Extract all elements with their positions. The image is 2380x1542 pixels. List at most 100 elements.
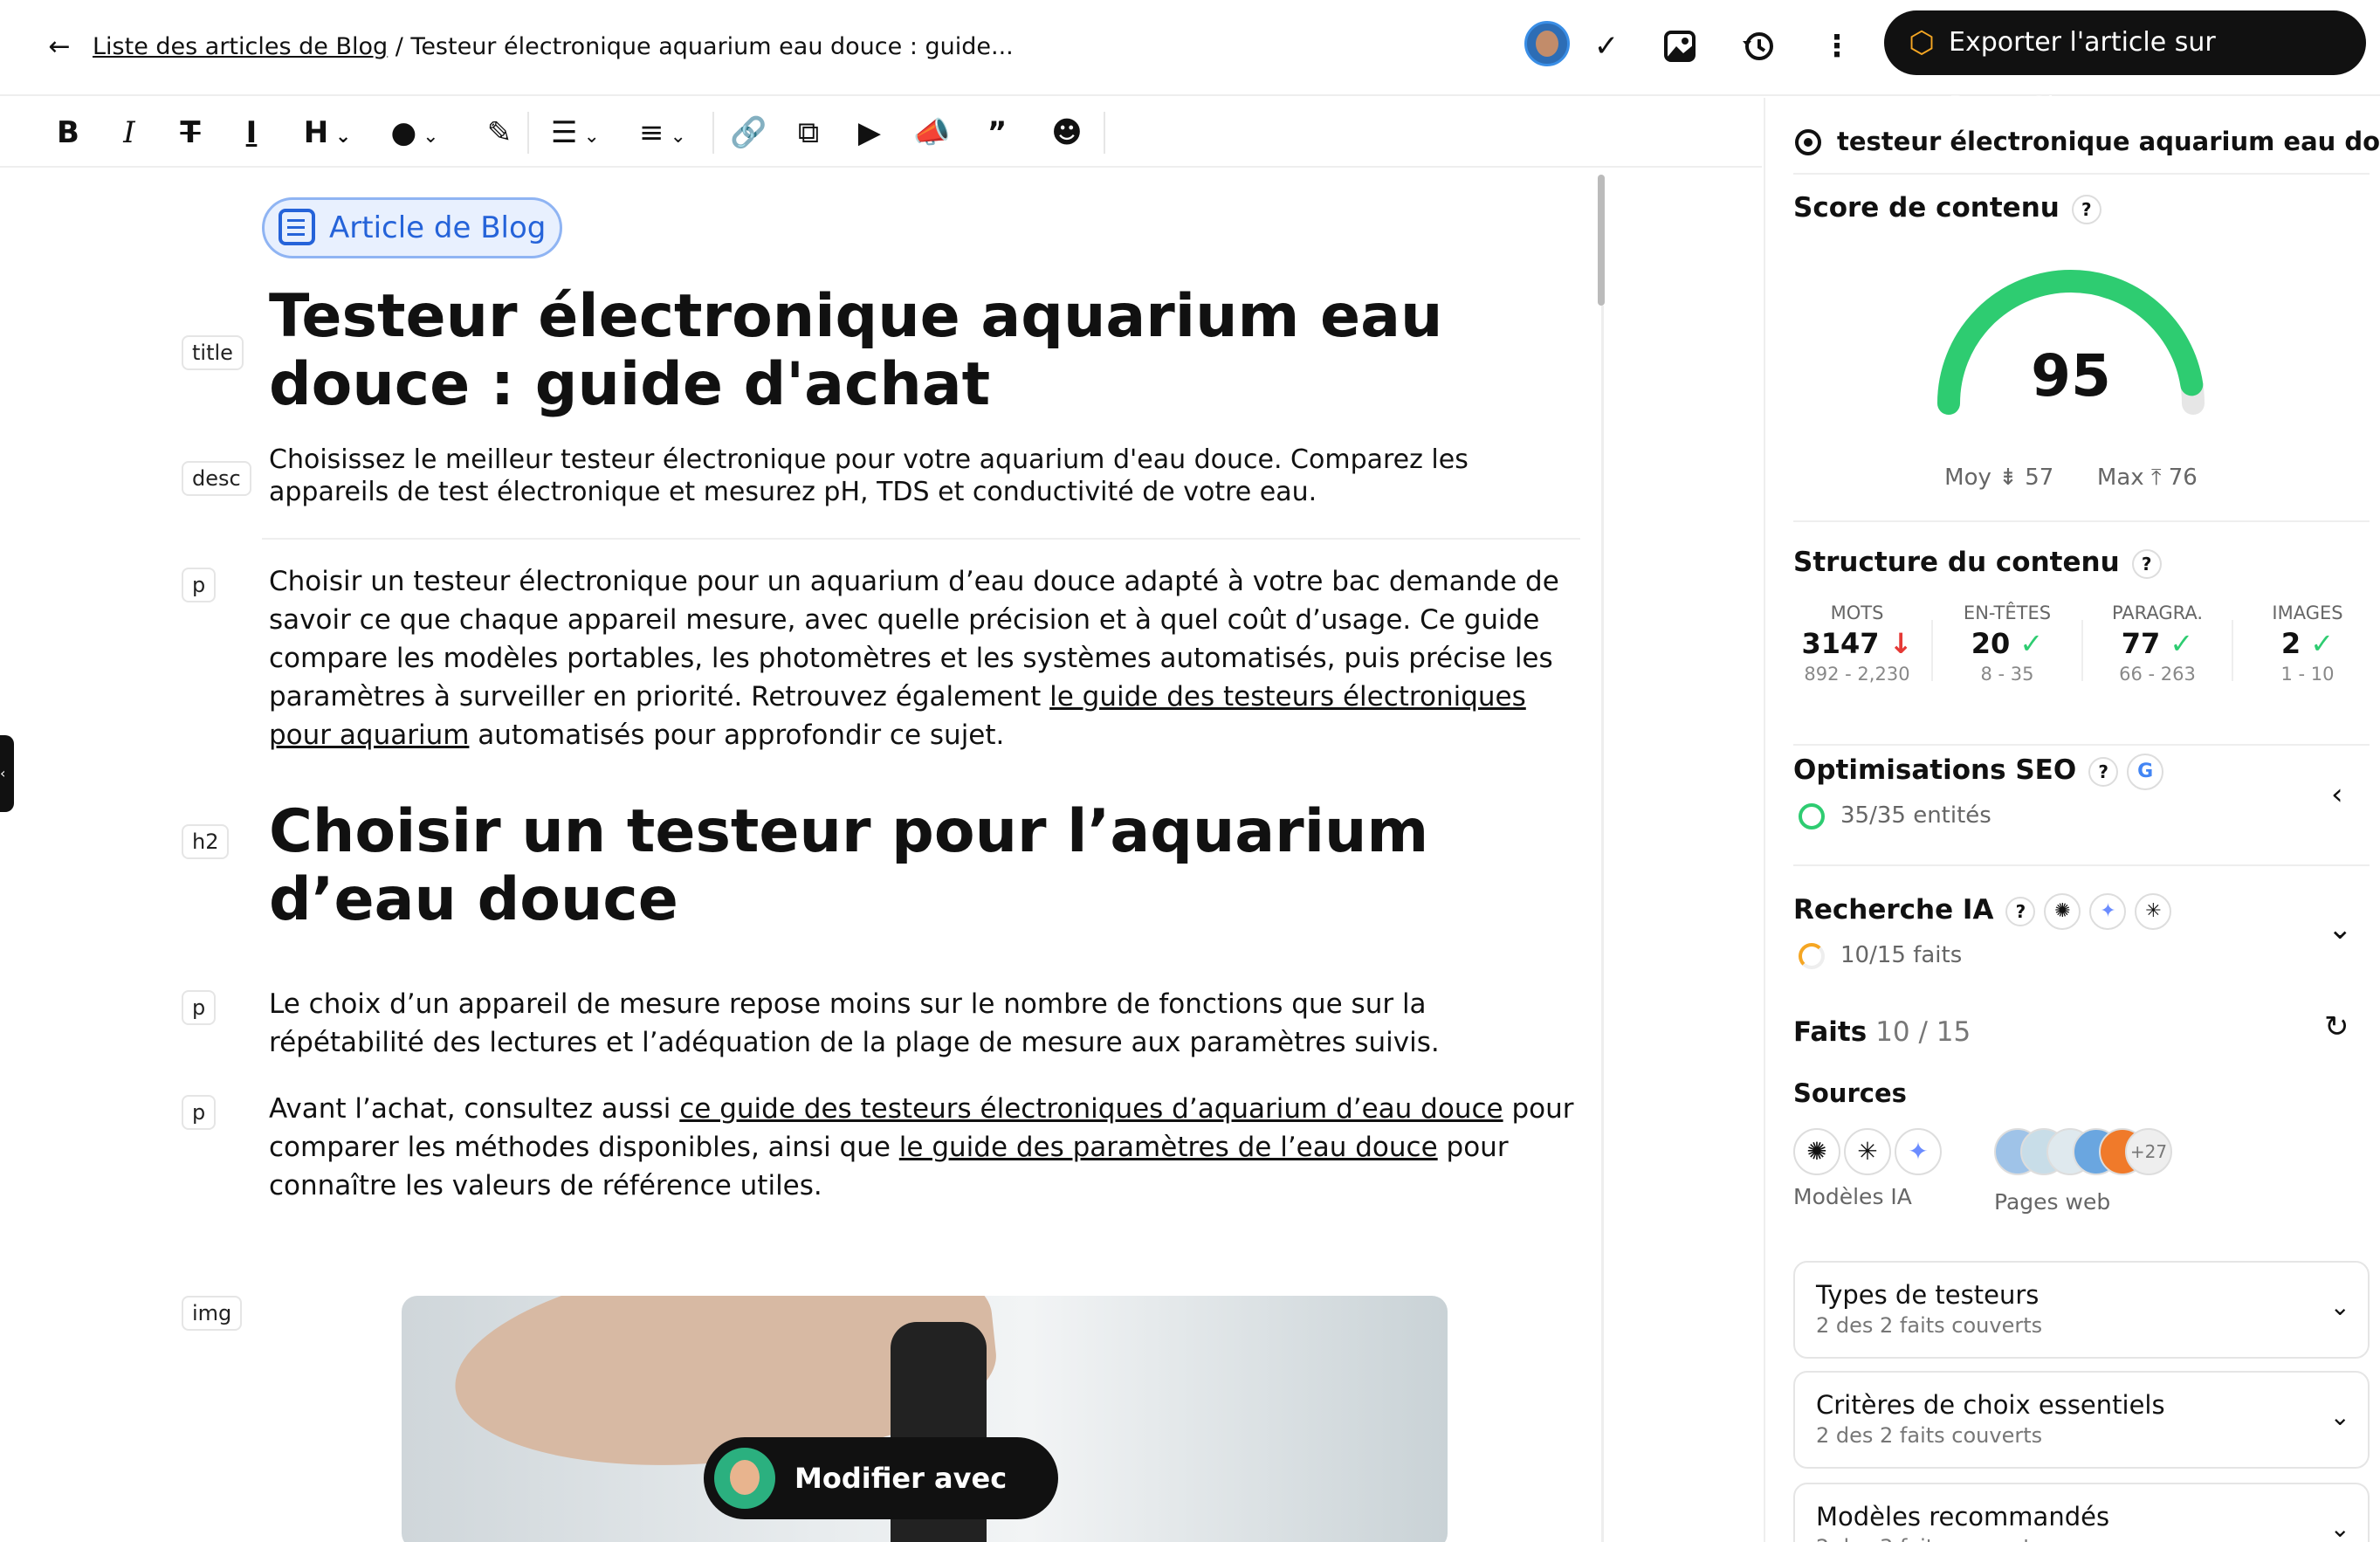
italic-icon[interactable]: I [112,108,147,157]
block-tag-title[interactable]: title [182,335,244,370]
chevron-down-icon: ⌄ [2329,1292,2350,1321]
block-tag-desc[interactable]: desc [182,461,251,496]
user-avatar[interactable] [1524,21,1570,66]
more-vertical-icon[interactable]: ⋮ [1813,22,1861,71]
fact-card[interactable]: Modèles recommandés 2 des 3 faits couver… [1793,1483,2370,1542]
inline-link[interactable]: le guide des paramètres de l’eau douce [899,1132,1438,1163]
highlighter-icon[interactable]: ✎ [482,108,517,157]
facts-header: Faits 10 / 15 [1793,1013,1971,1051]
check-icon[interactable]: ✓ [1582,22,1631,71]
align-dropdown[interactable]: ≡ ⌄ [632,108,693,157]
metric-number: 77 [2121,627,2161,660]
metric-value: 2 ✓ [2233,623,2380,664]
score-title-text: Score de contenu [1793,192,2060,224]
chevron-down-icon: ⌄ [2329,1402,2350,1431]
seo-title: Optimisations SEO? G [1793,751,2164,790]
block-tag-p[interactable]: p [182,990,217,1025]
images-icon[interactable]: ⧉ [791,108,826,157]
chevron-down-icon: ⌄ [2329,1514,2350,1542]
seo-panel: testeur électronique aquarium eau douce … [1764,98,2380,1542]
score-title: Score de contenu? [1793,189,2101,227]
article-title[interactable]: Testeur électronique aquarium eau douce … [269,283,1579,419]
history-icon[interactable] [1734,22,1783,71]
circle-fill-icon: ● [390,115,417,150]
block-tag-h2[interactable]: h2 [182,824,230,859]
align-icon: ≡ [639,115,664,150]
target-icon [1795,129,1821,155]
refresh-icon[interactable]: ↻ [2324,1009,2349,1044]
chevron-left-icon[interactable]: ‹ [2331,777,2343,812]
metric-range: 66 - 263 [2119,664,2196,685]
facts-count: 10 / 15 [1875,1016,1971,1048]
arrow-down-icon: ↓ [1888,627,1913,660]
image-icon[interactable] [1655,22,1704,71]
metric-range: 892 - 2,230 [1804,664,1910,685]
article-type-badge[interactable]: Article de Blog [262,197,562,258]
chevron-down-icon[interactable]: ⌄ [2328,912,2353,947]
fact-card-sub: 2 des 2 faits couverts [1816,1423,2043,1448]
help-icon[interactable]: ? [2131,548,2162,579]
help-icon[interactable]: ? [2071,194,2101,224]
ai-research-title-text: Recherche IA [1793,894,1994,926]
fact-card[interactable]: Types de testeurs 2 des 2 faits couverts… [1793,1261,2370,1359]
metric-label: IMAGES [2272,602,2343,623]
score-stats: Moy ⇟ 57 Max ⤒ 76 [1944,465,2198,491]
metric-number: 3147 [1801,627,1880,660]
quote-icon[interactable]: ” [980,108,1015,157]
block-tag-img[interactable]: img [182,1296,243,1331]
play-icon[interactable]: ▶ [852,108,887,157]
help-icon[interactable]: ? [2005,896,2036,926]
metric-range: 1 - 10 [2280,664,2335,685]
divider [262,538,1580,540]
ai-research-status: 10/15 faits [1799,938,1962,973]
arrow-left-icon[interactable]: ← [42,30,77,65]
editor-scrollbar[interactable] [1598,175,1605,306]
metric-value: 3147 ↓ [1783,623,1931,664]
metric-value: 77 ✓ [2083,623,2232,664]
structure-title: Structure du contenu? [1793,543,2162,582]
scroll-track [1601,306,1604,1542]
metric-range: 8 - 35 [1980,664,2034,685]
clear-format-icon[interactable]: I [234,108,269,157]
paragraph-intro[interactable]: Choisir un testeur électronique pour un … [269,562,1579,754]
max-label: Max [2096,465,2144,491]
section-heading[interactable]: Choisir un testeur pour l’aquarium d’eau… [269,798,1579,934]
list-dropdown[interactable]: ☰ ⌄ [545,108,606,157]
divider [1793,744,2370,746]
metric-number: 20 [1971,627,2011,660]
metric-images: IMAGES 2 ✓ 1 - 10 [2233,602,2380,685]
toolbar-divider [1104,112,1105,154]
ai-research-title: Recherche IA? ✺ ✦ ✳ [1793,891,2172,930]
keyword-text: testeur électronique aquarium eau douce [1837,127,2380,156]
strikethrough-icon[interactable]: T [173,108,208,157]
more-sources-badge[interactable]: +27 [2125,1128,2172,1175]
editor-area: Article de Blog title Testeur électroniq… [0,169,1762,1542]
perplexity-icon[interactable]: ✳ [1844,1128,1891,1175]
bold-icon[interactable]: B [51,108,86,157]
heading-dropdown[interactable]: H ⌄ [297,108,358,157]
list-icon: ☰ [551,115,578,150]
fact-card[interactable]: Critères de choix essentiels 2 des 2 fai… [1793,1371,2370,1469]
breadcrumb-link[interactable]: Liste des articles de Blog [93,33,388,60]
openai-icon[interactable]: ✺ [1793,1128,1840,1175]
block-tag-p[interactable]: p [182,1095,217,1130]
link-icon[interactable]: 🔗 [730,108,767,157]
seo-status: 35/35 entités [1799,798,1991,833]
gemini-icon[interactable]: ✦ [1895,1128,1942,1175]
hexagon-icon: ⬡ [1909,25,1935,60]
export-prestashop-button[interactable]: ⬡ Exporter l'article sur PrestaShop [1884,10,2366,122]
paragraph-choice[interactable]: Le choix d’un appareil de mesure repose … [269,985,1579,1062]
article-description[interactable]: Choisissez le meilleur testeur électroni… [269,444,1579,508]
edit-with-ai-button[interactable]: Modifier avec l'IA [704,1437,1058,1519]
megaphone-icon[interactable]: 📣 [913,108,950,157]
block-tag-p[interactable]: p [182,568,217,602]
help-icon[interactable]: ? [2088,756,2119,787]
paragraph-links[interactable]: Avant l’achat, consultez aussi ce guide … [269,1090,1579,1205]
collapse-handle[interactable]: ‹ [0,735,14,812]
color-dropdown[interactable]: ● ⌄ [384,108,445,157]
emoji-icon[interactable]: ☻ [1049,108,1084,157]
structure-title-text: Structure du contenu [1793,547,2120,578]
inline-link[interactable]: ce guide des testeurs électroniques d’aq… [679,1093,1503,1125]
heading-icon: H [303,115,329,150]
seo-status-text: 35/35 entités [1840,802,1991,829]
